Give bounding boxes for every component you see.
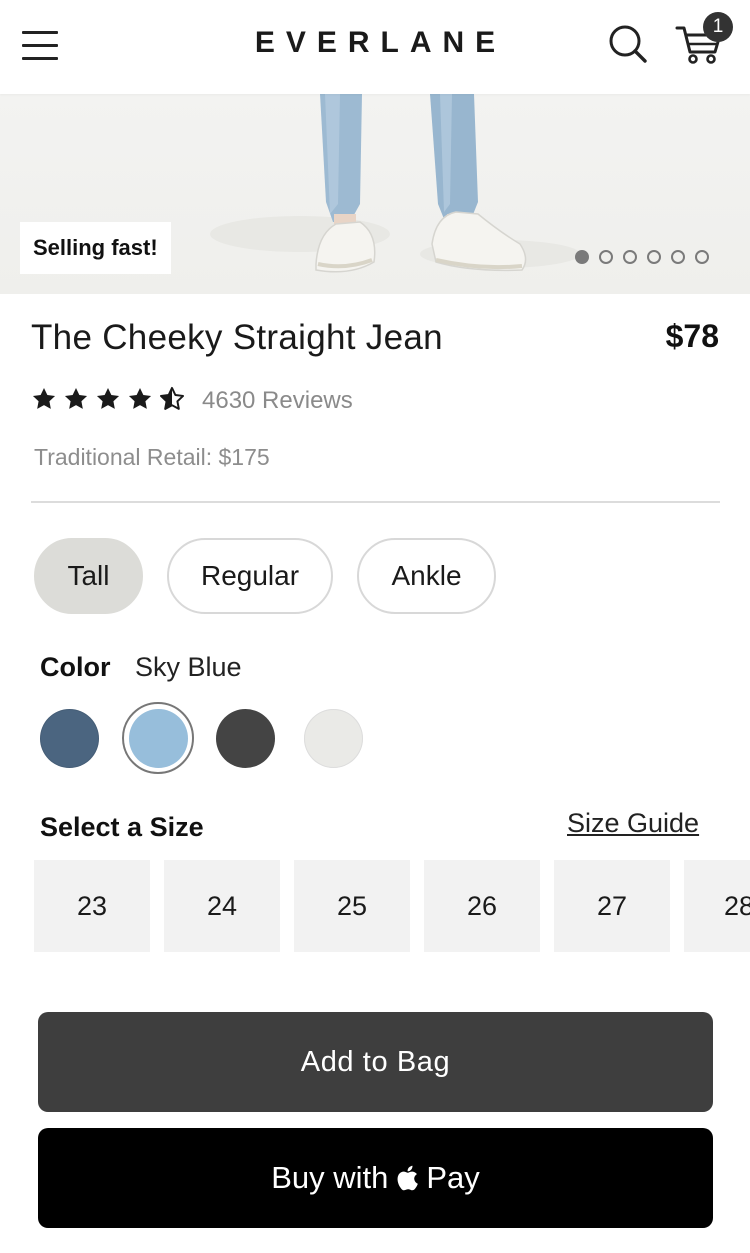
product-image-carousel[interactable]: Selling fast! bbox=[0, 94, 750, 294]
color-swatch-navy[interactable] bbox=[40, 709, 99, 768]
carousel-dot[interactable] bbox=[695, 250, 709, 264]
star-full-icon bbox=[96, 387, 120, 409]
fit-option-regular[interactable]: Regular bbox=[167, 538, 333, 614]
carousel-dot[interactable] bbox=[623, 250, 637, 264]
buy-with-apple-pay-button[interactable]: Buy with Pay bbox=[38, 1128, 713, 1228]
color-label: Color bbox=[40, 652, 111, 682]
star-full-icon bbox=[128, 387, 152, 409]
carousel-dots bbox=[575, 250, 709, 264]
selling-fast-badge: Selling fast! bbox=[20, 222, 171, 274]
carousel-dot[interactable] bbox=[671, 250, 685, 264]
size-option[interactable]: 23 bbox=[34, 860, 150, 952]
rating-stars[interactable] bbox=[31, 386, 185, 412]
selected-color-name: Sky Blue bbox=[135, 652, 242, 682]
cart-count-badge[interactable]: 1 bbox=[703, 12, 733, 42]
size-guide-link[interactable]: Size Guide bbox=[567, 808, 699, 839]
top-header: EVERLANE 1 bbox=[0, 0, 750, 94]
pay-label: Pay bbox=[426, 1160, 480, 1195]
star-full-icon bbox=[32, 387, 56, 409]
apple-logo-icon bbox=[397, 1165, 419, 1191]
carousel-dot[interactable] bbox=[599, 250, 613, 264]
size-option[interactable]: 28 bbox=[684, 860, 750, 952]
carousel-dot[interactable] bbox=[575, 250, 589, 264]
buy-with-label: Buy with bbox=[271, 1160, 389, 1195]
add-to-bag-button[interactable]: Add to Bag bbox=[38, 1012, 713, 1112]
size-option[interactable]: 25 bbox=[294, 860, 410, 952]
select-size-label: Select a Size bbox=[40, 812, 204, 842]
divider bbox=[31, 501, 720, 503]
search-icon[interactable] bbox=[606, 22, 648, 64]
traditional-retail-price: Traditional Retail: $175 bbox=[34, 444, 270, 470]
size-option[interactable]: 27 bbox=[554, 860, 670, 952]
fit-option-tall[interactable]: Tall bbox=[34, 538, 143, 614]
carousel-dot[interactable] bbox=[647, 250, 661, 264]
product-price: $78 bbox=[665, 318, 719, 354]
star-full-icon bbox=[64, 387, 88, 409]
color-swatch-white[interactable] bbox=[304, 709, 363, 768]
color-swatch-charcoal[interactable] bbox=[216, 709, 275, 768]
fit-option-ankle[interactable]: Ankle bbox=[357, 538, 496, 614]
color-swatch-sky-blue[interactable] bbox=[129, 709, 188, 768]
size-option[interactable]: 26 bbox=[424, 860, 540, 952]
star-half-icon bbox=[159, 386, 185, 410]
product-title: The Cheeky Straight Jean bbox=[31, 318, 443, 357]
reviews-link[interactable]: 4630 Reviews bbox=[202, 387, 353, 415]
size-option[interactable]: 24 bbox=[164, 860, 280, 952]
